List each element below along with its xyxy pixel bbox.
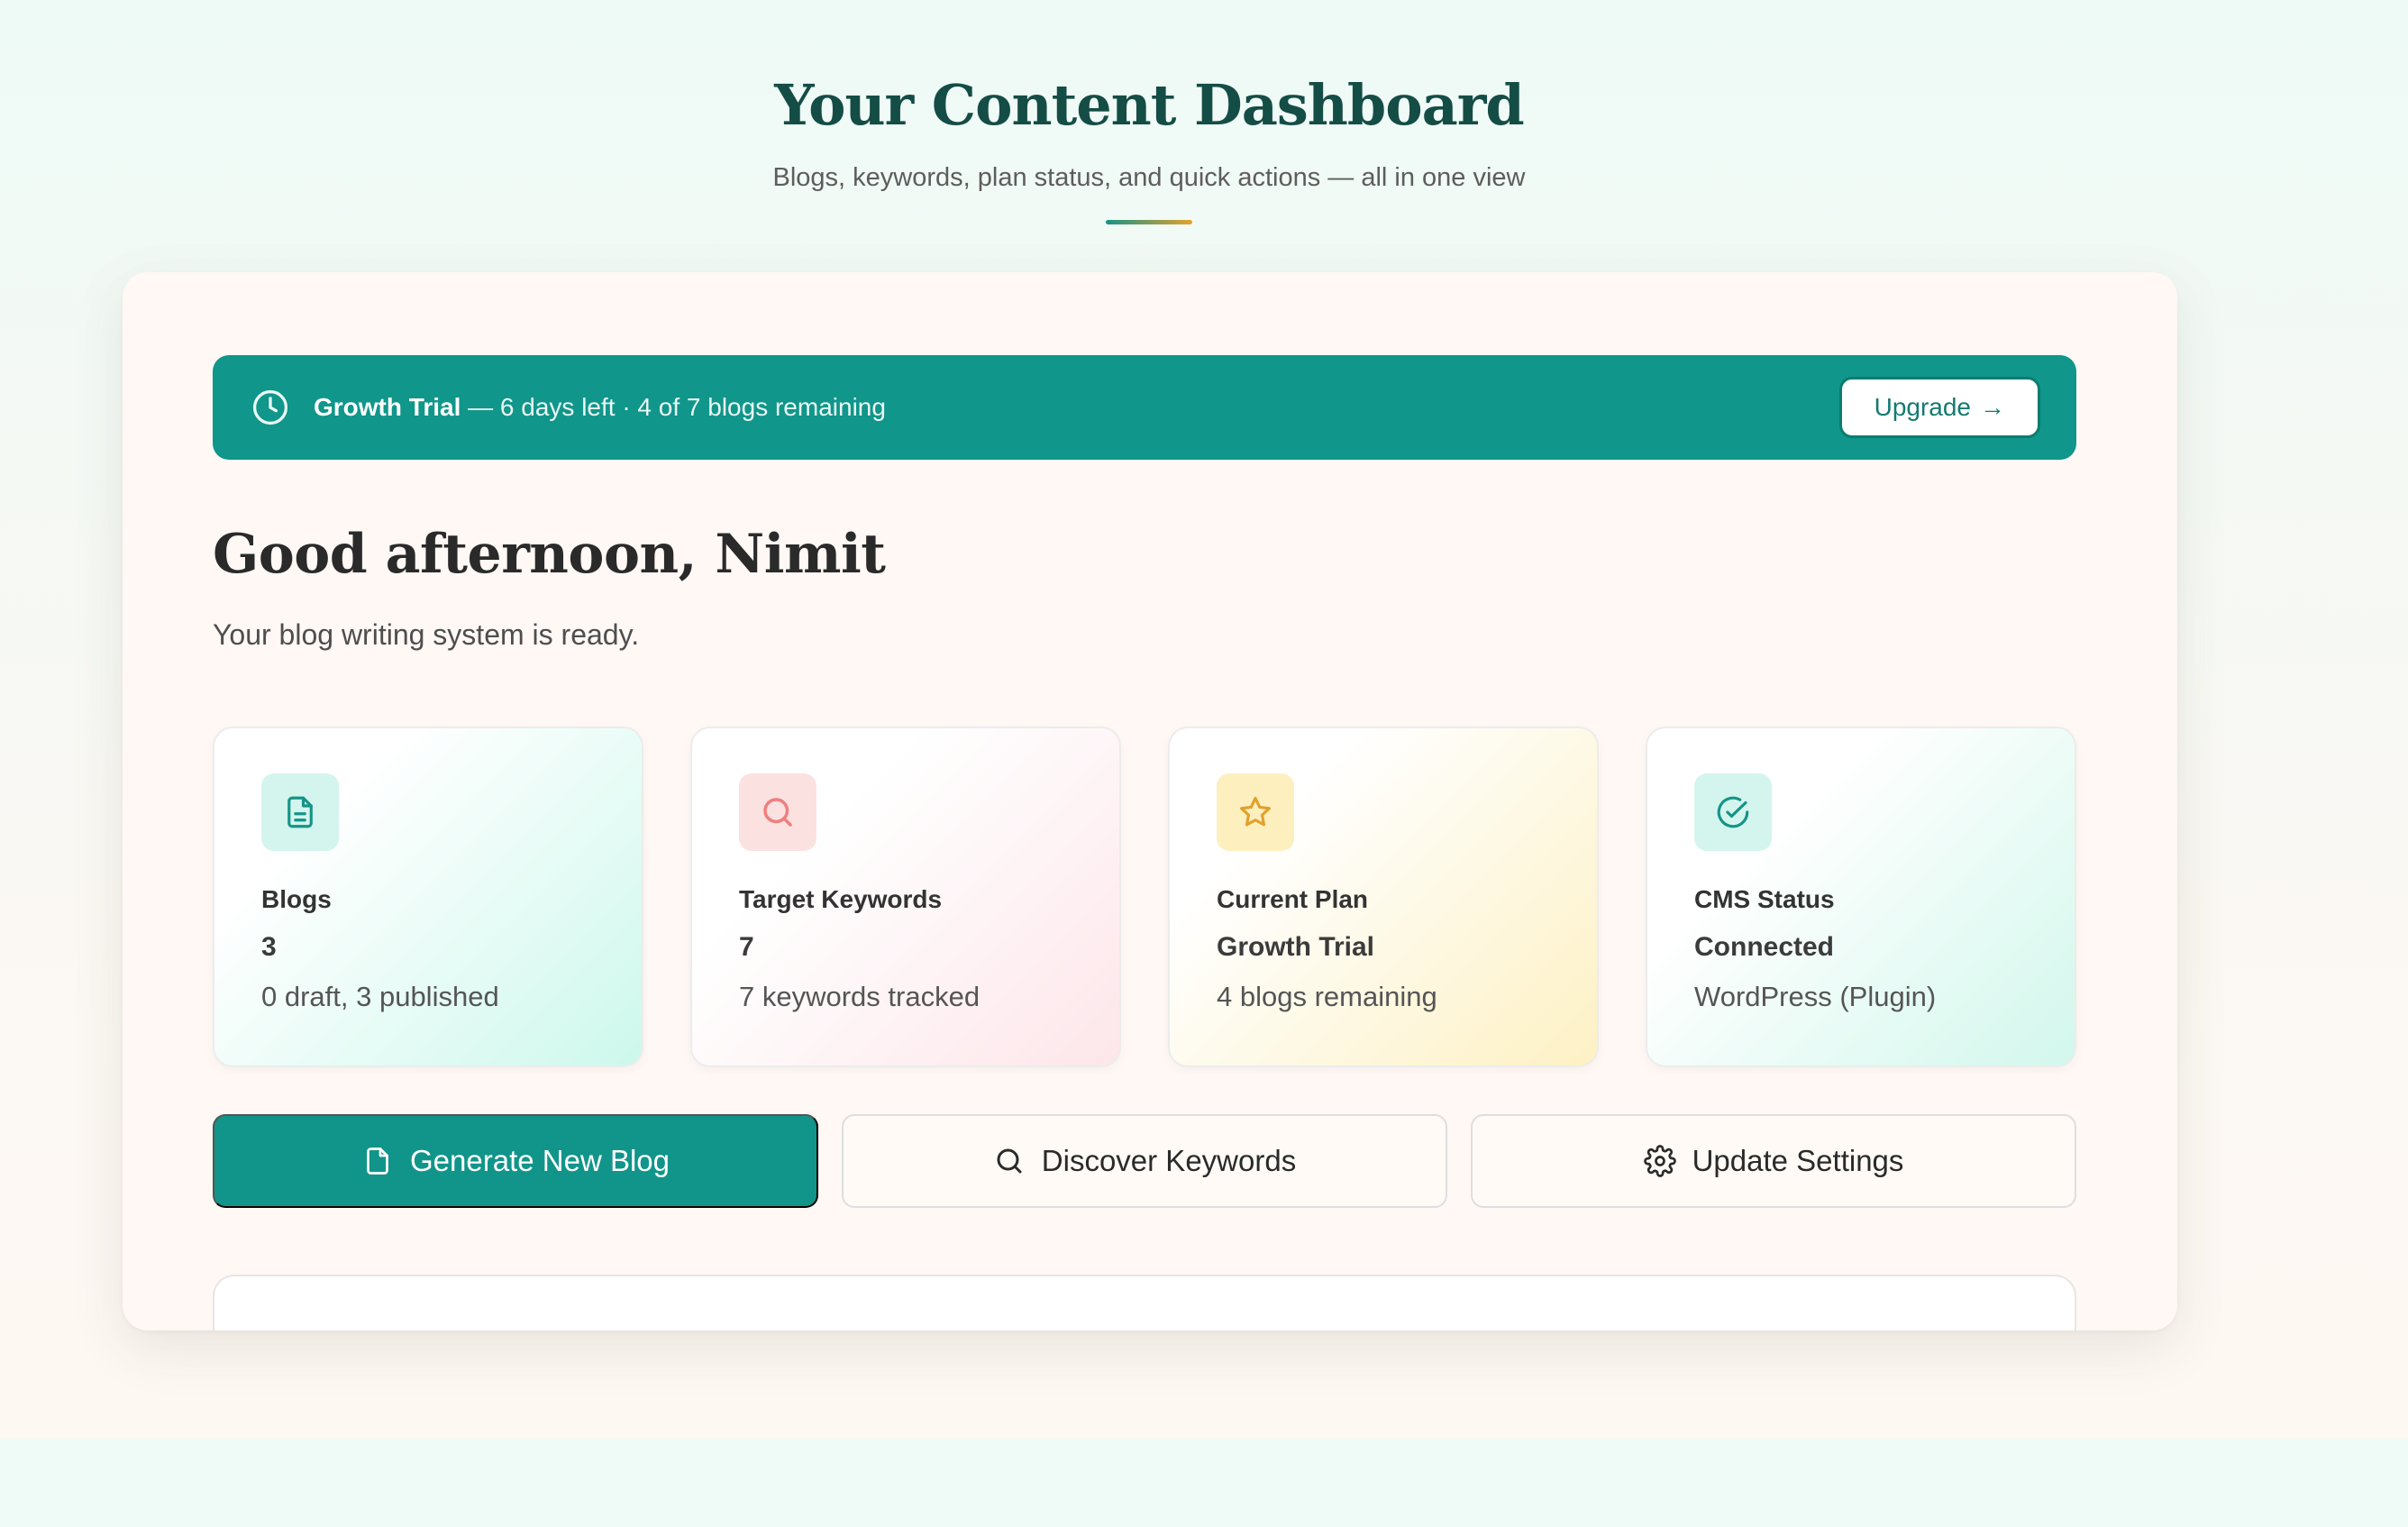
stat-detail: 4 blogs remaining <box>1217 981 1437 1012</box>
page-footer-band <box>0 1439 2408 1527</box>
greeting-subtitle: Your blog writing system is ready. <box>213 618 640 651</box>
stat-card-blogs[interactable]: Blogs 3 0 draft, 3 published <box>213 727 643 1067</box>
discover-keywords-button[interactable]: Discover Keywords <box>842 1114 1447 1208</box>
stat-detail: 0 draft, 3 published <box>261 981 499 1012</box>
clock-icon <box>252 389 288 425</box>
arrow-right-icon: → <box>1980 393 2005 421</box>
stat-value: 3 <box>261 932 277 962</box>
stat-value: 7 <box>739 932 754 962</box>
star-icon <box>1217 773 1294 851</box>
discover-keywords-label: Discover Keywords <box>1041 1144 1297 1177</box>
stat-value: Connected <box>1694 932 1835 962</box>
generate-blog-button[interactable]: Generate New Blog <box>213 1114 818 1208</box>
stat-value: Growth Trial <box>1217 932 1375 962</box>
stat-card-plan[interactable]: Current Plan Growth Trial 4 blogs remain… <box>1168 727 1599 1067</box>
upgrade-label: Upgrade <box>1874 393 1971 421</box>
search-icon <box>997 1148 1022 1174</box>
stat-label: Current Plan <box>1217 885 1369 913</box>
trial-banner: Growth Trial — 6 days left · 4 of 7 blog… <box>213 355 2076 460</box>
gear-icon <box>1643 1145 1676 1177</box>
stat-label: Blogs <box>261 885 332 913</box>
trial-status-text: Growth Trial — 6 days left · 4 of 7 blog… <box>314 393 886 422</box>
page-subtitle: Blogs, keywords, plan status, and quick … <box>772 163 1526 192</box>
page-header: Your Content Dashboard Blogs, keywords, … <box>0 72 2298 224</box>
greeting-title: Good afternoon, Nimit <box>213 523 886 586</box>
check-circle-icon <box>1694 773 1772 851</box>
page-title: Your Content Dashboard <box>774 72 1525 138</box>
dashboard-card: Growth Trial — 6 days left · 4 of 7 blog… <box>123 272 2177 1330</box>
update-settings-label: Update Settings <box>1692 1144 1904 1177</box>
title-accent-divider <box>1106 220 1192 224</box>
document-icon <box>261 773 339 851</box>
document-icon <box>367 1148 388 1175</box>
quick-actions: Generate New Blog Discover Keywords Upda… <box>213 1114 2076 1212</box>
stat-detail: 7 keywords tracked <box>739 981 981 1012</box>
content-panel <box>213 1275 2076 1330</box>
stat-card-keywords[interactable]: Target Keywords 7 7 keywords tracked <box>690 727 1121 1067</box>
trial-plan-name: Growth Trial <box>314 393 461 421</box>
search-icon <box>739 773 816 851</box>
trial-details: — 6 days left · 4 of 7 blogs remaining <box>461 393 886 421</box>
update-settings-button[interactable]: Update Settings <box>1471 1114 2076 1208</box>
stat-label: Target Keywords <box>739 885 943 913</box>
stat-card-cms[interactable]: CMS Status Connected WordPress (Plugin) <box>1646 727 2076 1067</box>
stats-grid: Blogs 3 0 draft, 3 published Target Keyw… <box>213 727 2076 1067</box>
stat-label: CMS Status <box>1694 885 1835 913</box>
generate-blog-label: Generate New Blog <box>410 1144 670 1177</box>
upgrade-button[interactable]: Upgrade → <box>1838 377 2040 438</box>
stat-detail: WordPress (Plugin) <box>1694 981 1937 1012</box>
